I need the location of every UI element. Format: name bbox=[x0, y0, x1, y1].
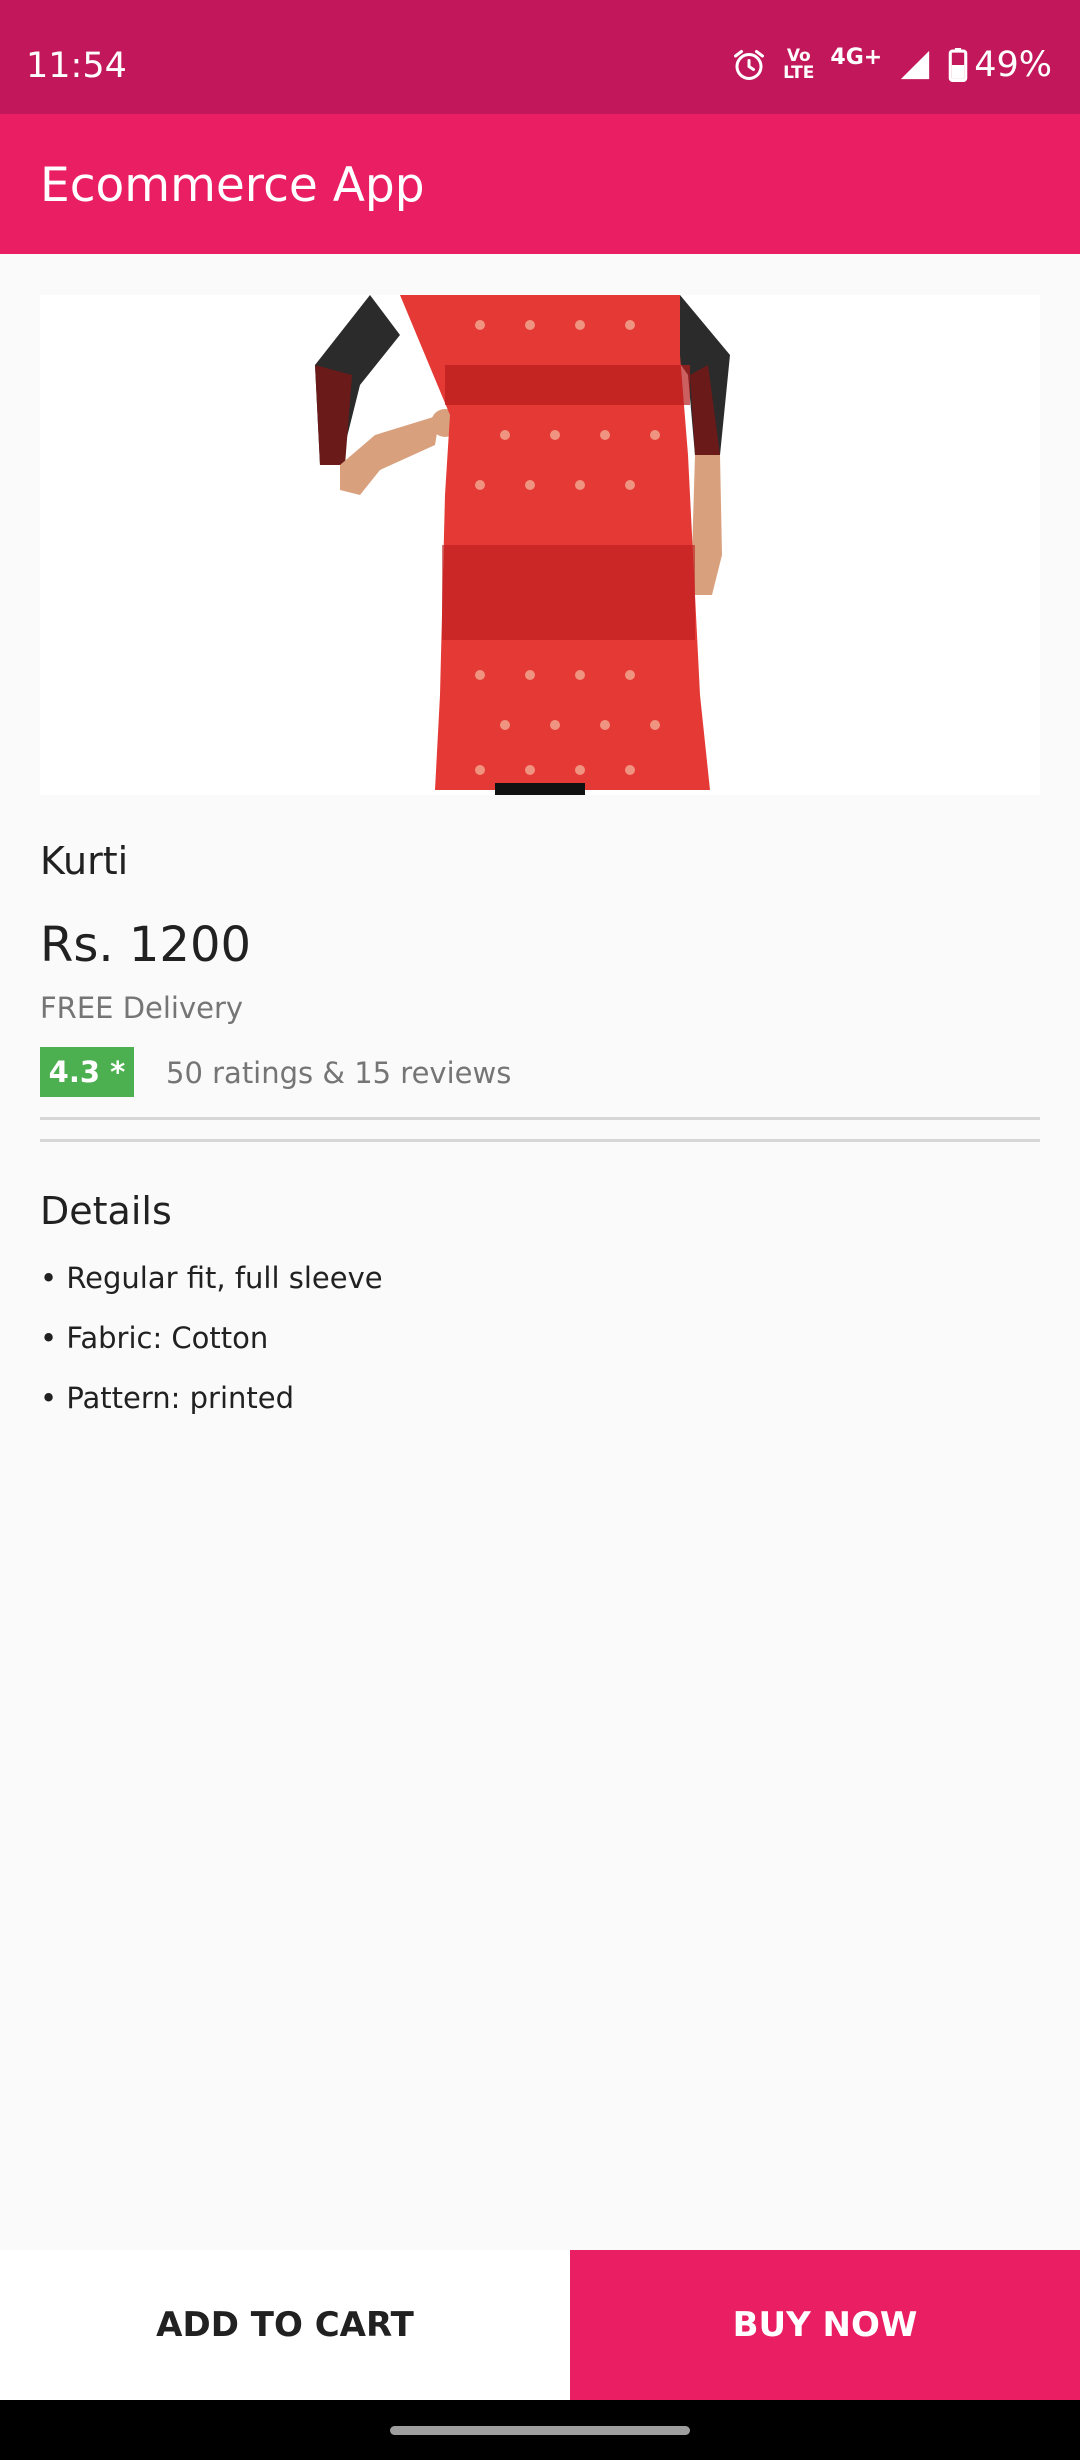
home-gesture-handle[interactable] bbox=[390, 2426, 690, 2435]
add-to-cart-button[interactable]: ADD TO CART bbox=[0, 2250, 570, 2400]
product-price: Rs. 1200 bbox=[40, 917, 252, 973]
alarm-icon bbox=[731, 47, 767, 83]
network-type: 4G+ bbox=[830, 44, 883, 70]
details-heading: Details bbox=[40, 1189, 172, 1233]
status-bar: 11:54 Vo LTE 4G+ 49% bbox=[0, 0, 1080, 114]
rating-summary: 50 ratings & 15 reviews bbox=[166, 1056, 512, 1090]
detail-item: • Pattern: printed bbox=[40, 1381, 295, 1415]
detail-item: • Regular fit, full sleeve bbox=[40, 1261, 383, 1295]
buy-now-button[interactable]: BUY NOW bbox=[570, 2250, 1080, 2400]
app-title: Ecommerce App bbox=[40, 158, 425, 213]
bottom-action-bar: ADD TO CART BUY NOW bbox=[0, 2250, 1080, 2400]
battery-icon bbox=[948, 48, 968, 82]
app-bar: Ecommerce App bbox=[0, 114, 1080, 254]
divider-top bbox=[40, 1117, 1040, 1120]
kurti-illustration bbox=[315, 295, 730, 795]
volte-label-bottom: LTE bbox=[783, 63, 815, 83]
detail-item: • Fabric: Cotton bbox=[40, 1321, 269, 1355]
status-icons: Vo LTE 4G+ 49% bbox=[715, 40, 1052, 90]
signal-icon bbox=[898, 48, 932, 82]
battery-percentage: 49% bbox=[974, 45, 1052, 85]
product-image[interactable] bbox=[40, 295, 1040, 795]
status-time: 11:54 bbox=[26, 46, 127, 86]
divider-bottom bbox=[40, 1139, 1040, 1142]
delivery-info: FREE Delivery bbox=[40, 991, 244, 1025]
navigation-bar bbox=[0, 2400, 1080, 2460]
product-name: Kurti bbox=[40, 839, 129, 883]
rating-badge: 4.3 * bbox=[40, 1047, 134, 1097]
volte-icon: Vo LTE bbox=[783, 48, 814, 82]
